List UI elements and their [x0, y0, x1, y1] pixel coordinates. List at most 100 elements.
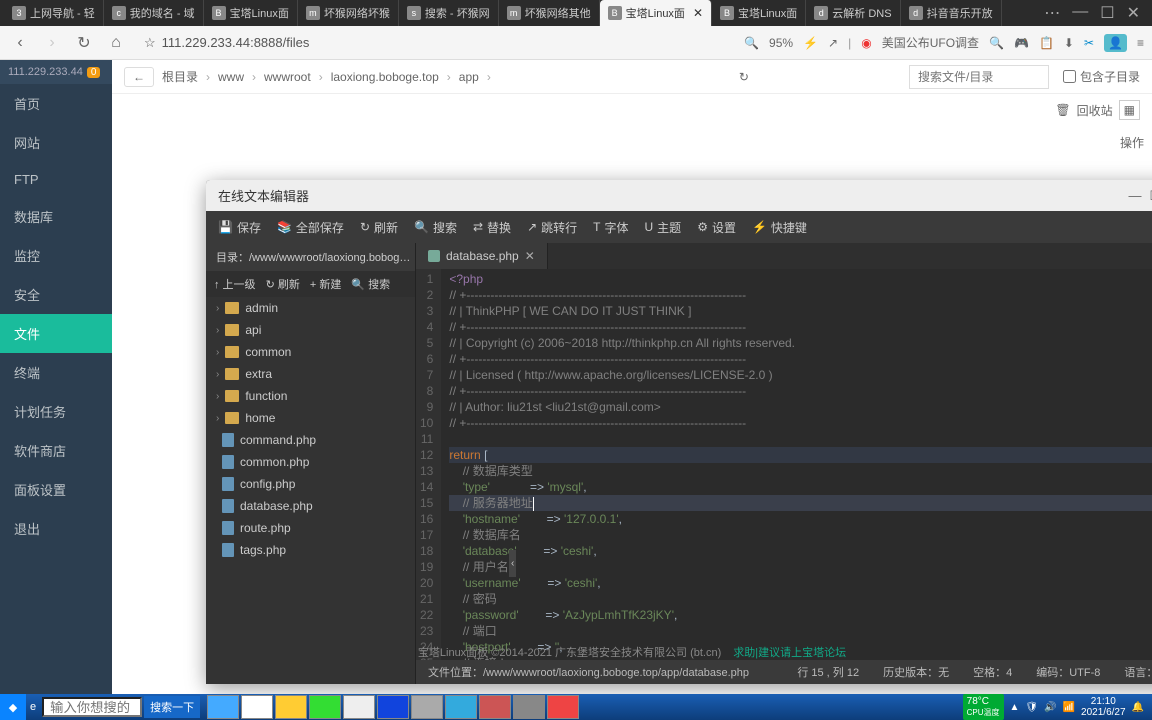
editor-menu-item[interactable]: U主题: [645, 219, 682, 236]
code-line[interactable]: // +------------------------------------…: [449, 287, 1152, 303]
code-line[interactable]: // 端口: [449, 623, 1152, 639]
code-line[interactable]: 'database' => 'ceshi',: [449, 543, 1152, 559]
sidebar-item[interactable]: 安全: [0, 275, 112, 314]
status-space[interactable]: 空格：4: [973, 664, 1012, 680]
browser-tab[interactable]: 3上网导航 - 轻: [4, 0, 104, 26]
code-line[interactable]: // 用户名: [449, 559, 1152, 575]
maximize-icon[interactable]: ☐: [1100, 3, 1114, 23]
browser-tab[interactable]: B宝塔Linux面✕: [600, 0, 712, 26]
taskbar-search-button[interactable]: 搜索一下: [144, 696, 200, 718]
taskbar-search-input[interactable]: [42, 697, 142, 717]
browser-tab[interactable]: B宝塔Linux面: [712, 0, 806, 26]
reload-icon[interactable]: ↻: [72, 31, 96, 55]
tab-close-icon[interactable]: ✕: [693, 6, 703, 20]
code-line[interactable]: return [: [449, 447, 1152, 463]
tree-folder[interactable]: ›function: [206, 385, 415, 407]
editor-menu-item[interactable]: ↗跳转行: [527, 219, 577, 236]
tree-folder[interactable]: ›admin: [206, 297, 415, 319]
tree-file[interactable]: config.php: [206, 473, 415, 495]
close-icon[interactable]: ✕: [1127, 3, 1140, 23]
cpu-temp-badge[interactable]: 78°CCPU温度: [963, 694, 1004, 720]
notification-badge[interactable]: 0: [87, 67, 101, 78]
browser-tab[interactable]: B宝塔Linux面: [204, 0, 298, 26]
tray-clock[interactable]: 21:102021/6/27: [1081, 696, 1126, 718]
file-search-input[interactable]: [909, 65, 1049, 89]
taskbar-app-icon[interactable]: [547, 695, 579, 719]
sidebar-item[interactable]: 面板设置: [0, 470, 112, 509]
tree-tool-button[interactable]: + 新建: [310, 276, 341, 292]
sidebar-item[interactable]: 退出: [0, 509, 112, 548]
ie-icon[interactable]: e: [26, 701, 40, 713]
tree-file[interactable]: database.php: [206, 495, 415, 517]
tree-tool-button[interactable]: ↻ 刷新: [266, 276, 300, 292]
extension-icon[interactable]: 📋: [1039, 36, 1054, 50]
browser-tab[interactable]: m坏猴网络坏猴: [298, 0, 399, 26]
taskbar-app-icon[interactable]: [411, 695, 443, 719]
tree-file[interactable]: tags.php: [206, 539, 415, 561]
breadcrumb-part[interactable]: laoxiong.boboge.top: [331, 70, 439, 84]
editor-minimize-icon[interactable]: —: [1128, 188, 1141, 204]
browser-tab[interactable]: d云解析 DNS: [806, 0, 900, 26]
code-line[interactable]: // 密码: [449, 591, 1152, 607]
url-input[interactable]: ☆ 111.229.233.44:8888/files: [136, 35, 736, 51]
sidebar-item[interactable]: 计划任务: [0, 392, 112, 431]
sidebar-item[interactable]: 首页: [0, 84, 112, 123]
screenshot-icon[interactable]: ✂: [1084, 36, 1094, 50]
game-icon[interactable]: 🎮: [1014, 36, 1029, 50]
zoom-icon[interactable]: 🔍: [744, 36, 759, 50]
tray-icon[interactable]: 🛡: [1025, 702, 1038, 713]
editor-menu-item[interactable]: ↻刷新: [360, 219, 398, 236]
tree-file[interactable]: route.php: [206, 517, 415, 539]
code-line[interactable]: // | ThinkPHP [ WE CAN DO IT JUST THINK …: [449, 303, 1152, 319]
tree-folder[interactable]: ›common: [206, 341, 415, 363]
code-content[interactable]: <?php// +-------------------------------…: [441, 269, 1152, 660]
code-line[interactable]: // 数据库名: [449, 527, 1152, 543]
editor-menu-item[interactable]: ⇄替换: [473, 219, 511, 236]
taskbar-app-icon[interactable]: [377, 695, 409, 719]
taskbar-app-icon[interactable]: [343, 695, 375, 719]
user-icon[interactable]: 👤: [1104, 34, 1127, 52]
sidebar-item[interactable]: 终端: [0, 353, 112, 392]
taskbar-app-icon[interactable]: [207, 695, 239, 719]
code-line[interactable]: // +------------------------------------…: [449, 415, 1152, 431]
breadcrumb-part[interactable]: app: [459, 70, 479, 84]
browser-tab[interactable]: s搜索 - 坏猴网: [399, 0, 499, 26]
recycle-icon[interactable]: 🗑: [1055, 103, 1070, 117]
download-icon[interactable]: ⬇: [1064, 36, 1074, 50]
sidebar-item[interactable]: 软件商店: [0, 431, 112, 470]
sidebar-item[interactable]: 数据库: [0, 197, 112, 236]
code-line[interactable]: // | Copyright (c) 2006~2018 http://thin…: [449, 335, 1152, 351]
breadcrumb-root[interactable]: 根目录: [162, 68, 198, 85]
status-language[interactable]: 语言：PHP: [1124, 664, 1152, 680]
tray-icon[interactable]: 🔊: [1044, 702, 1056, 713]
nav-forward-icon[interactable]: ›: [40, 31, 64, 55]
code-line[interactable]: 'password' => 'AzJypLmhTfK23jKY',: [449, 607, 1152, 623]
breadcrumb-back-button[interactable]: ←: [124, 67, 154, 87]
taskbar-app-icon[interactable]: [241, 695, 273, 719]
tray-icon[interactable]: 📶: [1063, 702, 1075, 713]
breadcrumb-part[interactable]: wwwroot: [264, 70, 311, 84]
search-icon[interactable]: 🔍: [989, 36, 1004, 50]
tray-icon[interactable]: ▲: [1010, 702, 1020, 713]
editor-file-tab[interactable]: database.php ✕: [416, 243, 548, 269]
code-line[interactable]: // 数据库类型: [449, 463, 1152, 479]
code-editor[interactable]: database.php ✕ 1234567891011121314151617…: [416, 243, 1152, 684]
taskbar-app-icon[interactable]: [445, 695, 477, 719]
tree-folder[interactable]: ›extra: [206, 363, 415, 385]
popout-icon[interactable]: ↗: [828, 36, 838, 50]
tray-icon[interactable]: 🔔: [1132, 702, 1144, 713]
editor-menu-item[interactable]: ⚙设置: [697, 219, 736, 236]
footer-link[interactable]: 求助|建议请上宝塔论坛: [733, 644, 846, 660]
code-line[interactable]: 'username' => 'ceshi',: [449, 575, 1152, 591]
breadcrumb-part[interactable]: www: [218, 70, 244, 84]
flash-icon[interactable]: ⚡: [803, 36, 818, 50]
overflow-icon[interactable]: ⋯: [1044, 3, 1060, 23]
tree-collapse-icon[interactable]: ‹: [509, 550, 516, 577]
menu-icon[interactable]: ≡: [1137, 36, 1144, 50]
code-line[interactable]: 'type' => 'mysql',: [449, 479, 1152, 495]
tree-tool-button[interactable]: 🔍 搜索: [351, 276, 390, 292]
browser-tab[interactable]: m坏猴网络其他: [499, 0, 600, 26]
sidebar-item[interactable]: FTP: [0, 162, 112, 197]
taskbar-app-icon[interactable]: [309, 695, 341, 719]
code-line[interactable]: // +------------------------------------…: [449, 351, 1152, 367]
